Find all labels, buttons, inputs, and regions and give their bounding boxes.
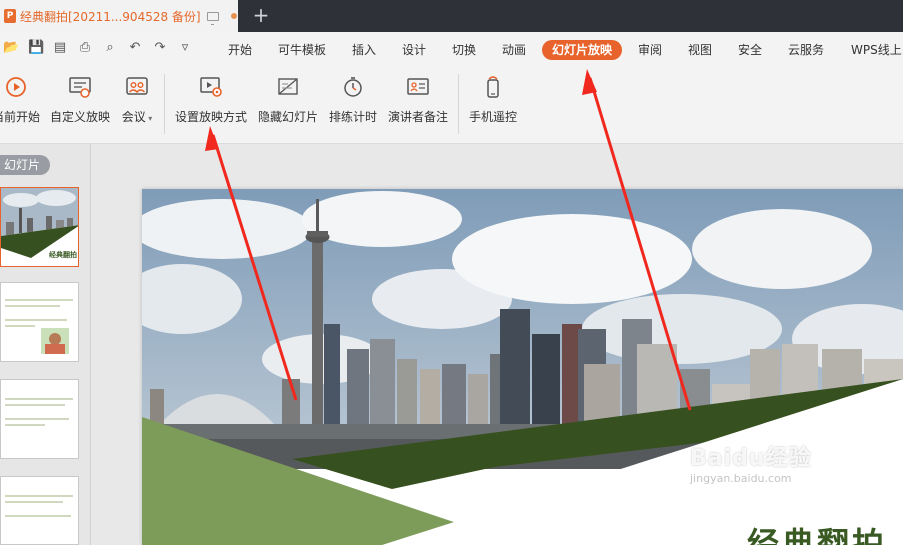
- slide-background-photo: [142, 189, 903, 545]
- phone-remote-button[interactable]: 手机遥控: [466, 76, 520, 136]
- setup-show-label: 设置放映方式: [174, 110, 247, 124]
- tab-home[interactable]: 开始: [228, 40, 252, 60]
- baidu-watermark: Baidu经验 jingyan.baidu.com: [690, 440, 812, 485]
- custom-show-icon: [68, 76, 92, 98]
- thumb-text-line: [5, 424, 45, 426]
- custom-show-button[interactable]: 自定义放映: [48, 76, 112, 136]
- setup-slideshow-button[interactable]: 设置放映方式: [174, 76, 248, 136]
- tab-view[interactable]: 视图: [688, 40, 712, 60]
- new-tab-button[interactable]: +: [250, 3, 272, 27]
- slide-thumbnail-2[interactable]: [0, 282, 79, 362]
- play-circle-icon: [4, 76, 28, 98]
- thumb-text-line: [5, 501, 63, 503]
- tab-insert[interactable]: 插入: [352, 40, 376, 60]
- slide-thumbnail-3[interactable]: [0, 379, 79, 459]
- hide-slide-icon: [276, 76, 300, 98]
- meeting-icon: [125, 76, 149, 98]
- tab-cloud-service[interactable]: 云服务: [788, 40, 824, 60]
- slides-pane-tab[interactable]: 幻灯片: [0, 155, 50, 175]
- presenter-notes-label: 演讲者备注: [387, 110, 448, 124]
- presenter-notes-icon: [406, 76, 430, 98]
- hide-slide-button[interactable]: 隐藏幻灯片: [256, 76, 320, 136]
- ribbon-divider: [164, 74, 165, 134]
- from-current-slide-button[interactable]: 当前开始: [0, 76, 42, 136]
- hide-slide-label: 隐藏幻灯片: [257, 110, 318, 124]
- slide-title[interactable]: 经典翻拍: [747, 519, 887, 545]
- monitor-icon[interactable]: [206, 11, 219, 25]
- document-title: 经典翻拍[20211...904528 备份]: [20, 9, 201, 24]
- watermark-brand: Baidu经验: [690, 446, 812, 471]
- tab-review[interactable]: 审阅: [638, 40, 662, 60]
- print-preview-icon[interactable]: ⌕: [103, 41, 117, 55]
- custom-show-label: 自定义放映: [49, 110, 110, 124]
- setup-show-icon: [199, 76, 223, 98]
- thumb-text-line: [5, 325, 35, 327]
- thumb-text-line: [5, 299, 73, 301]
- slide-thumbnail-1[interactable]: 经典翻拍: [0, 187, 79, 267]
- meeting-label: 会议 ▾: [121, 110, 153, 124]
- stopwatch-icon: [341, 76, 365, 98]
- rehearse-timings-label: 排练计时: [328, 110, 377, 124]
- undo-icon[interactable]: ↶: [128, 41, 142, 55]
- presenter-notes-button[interactable]: 演讲者备注: [386, 76, 450, 136]
- thumb-text-line: [5, 515, 71, 517]
- document-tab[interactable]: P 经典翻拍[20211...904528 备份]: [0, 0, 238, 32]
- thumb-image: [41, 328, 69, 354]
- meeting-button[interactable]: 会议 ▾: [118, 76, 156, 136]
- open-folder-icon[interactable]: 📂: [3, 41, 19, 55]
- print-icon[interactable]: ⎙: [78, 41, 92, 55]
- ribbon-divider: [458, 74, 459, 134]
- tab-security[interactable]: 安全: [738, 40, 762, 60]
- menu-bar: 📂 💾 ▤ ⎙ ⌕ ↶ ↷ ▿ 开始 可牛模板 插入 设计 切换 动画 幻灯片放…: [0, 32, 903, 66]
- redo-icon[interactable]: ↷: [153, 41, 167, 55]
- save-icon[interactable]: 💾: [28, 41, 44, 55]
- export-pdf-icon[interactable]: ▤: [53, 41, 67, 55]
- customize-dropdown-icon[interactable]: ▿: [178, 41, 192, 55]
- phone-remote-icon: [481, 76, 505, 98]
- title-bar: P 经典翻拍[20211...904528 备份] +: [0, 0, 903, 32]
- tab-transitions[interactable]: 切换: [452, 40, 476, 60]
- phone-remote-label: 手机遥控: [468, 110, 517, 124]
- slides-pane: 幻灯片 经典翻拍: [0, 144, 91, 545]
- tab-slideshow[interactable]: 幻灯片放映: [542, 40, 623, 60]
- tab-design[interactable]: 设计: [402, 40, 426, 60]
- thumb-text-line: [5, 404, 65, 406]
- from-current-label: 当前开始: [0, 110, 40, 124]
- thumb-text-line: [5, 319, 67, 321]
- tab-wps-online[interactable]: WPS线上: [851, 40, 902, 60]
- slide-thumbnail-4[interactable]: [0, 476, 79, 545]
- tab-animation[interactable]: 动画: [502, 40, 526, 60]
- current-slide[interactable]: 经典翻拍: [142, 189, 903, 545]
- thumb-text-line: [5, 495, 73, 497]
- tab-templates[interactable]: 可牛模板: [278, 40, 326, 60]
- thumb-text-line: [5, 398, 73, 400]
- watermark-url: jingyan.baidu.com: [690, 472, 792, 485]
- slide-thumbnail-1-caption: 经典翻拍: [49, 251, 77, 259]
- rehearse-timings-button[interactable]: 排练计时: [328, 76, 378, 136]
- ribbon-slideshow: 当前开始 自定义放映 会议 ▾ 设置放映方式 隐藏幻灯片 排练计时: [0, 66, 903, 144]
- unsaved-indicator-icon: [230, 13, 237, 19]
- thumb-text-line: [5, 305, 60, 307]
- wps-presentation-logo-icon: P: [4, 9, 16, 23]
- thumb-text-line: [5, 418, 69, 420]
